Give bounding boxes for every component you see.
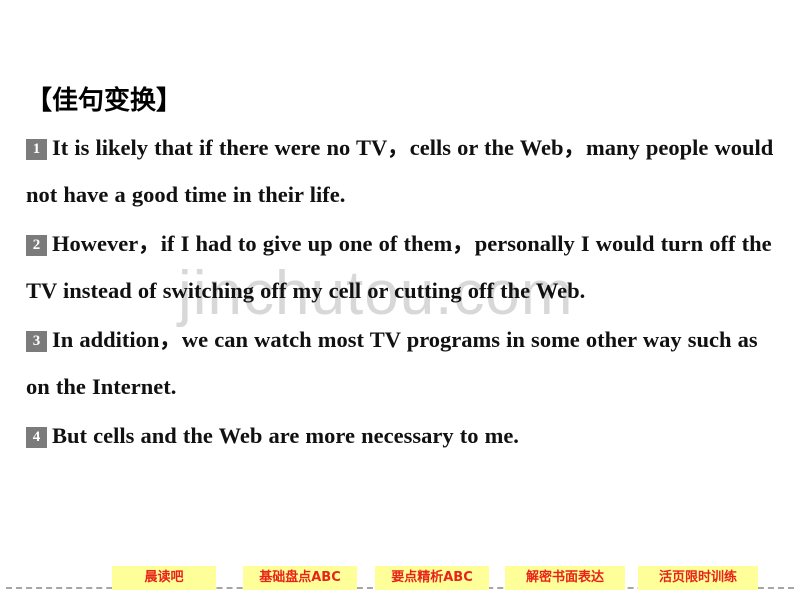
sentence-list: 1 It is likely that if there were no TV，c… [0,124,800,461]
nav-tab-key-points-analysis[interactable]: 要点精析ABC [375,566,489,590]
nav-tab-timed-practice[interactable]: 活页限时训练 [638,566,758,590]
page-title: 【佳句变换】 [26,86,183,116]
list-item: 3 In addition，we can watch most TV progra… [0,316,800,410]
item-number-badge: 1 [26,139,47,160]
item-number-badge: 4 [26,427,47,448]
sentence-text: But cells and the Web are more necessary… [52,423,519,448]
list-item: 1 It is likely that if there were no TV，c… [0,124,800,218]
slide-page: jinchutou.com 【佳句变换】 1 It is likely that … [0,0,800,600]
sentence-text: However，if I had to give up one of them，… [26,231,772,303]
nav-tab-morning-reading[interactable]: 晨读吧 [112,566,216,590]
nav-tab-written-expression[interactable]: 解密书面表达 [505,566,625,590]
item-number-badge: 2 [26,235,47,256]
item-number-badge: 3 [26,331,47,352]
sentence-text: It is likely that if there were no TV，ce… [26,135,774,207]
nav-tab-basics-review[interactable]: 基础盘点ABC [243,566,357,590]
sentence-text: In addition，we can watch most TV program… [26,327,758,399]
bottom-navigation-bar: 晨读吧 基础盘点ABC 要点精析ABC 解密书面表达 活页限时训练 [0,566,800,600]
list-item: 4 But cells and the Web are more necessar… [0,412,800,459]
list-item: 2 However，if I had to give up one of them… [0,220,800,314]
